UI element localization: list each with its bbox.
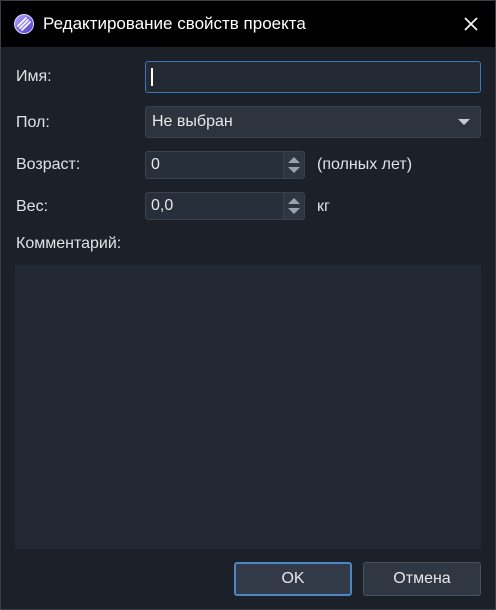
chevron-down-icon xyxy=(458,119,470,125)
spin-up-icon[interactable] xyxy=(288,157,300,163)
spin-down-icon[interactable] xyxy=(288,167,300,173)
spin-up-icon[interactable] xyxy=(288,198,300,204)
age-stepper xyxy=(283,152,304,178)
spin-down-icon[interactable] xyxy=(288,208,300,214)
gender-label: Пол: xyxy=(16,114,50,131)
comment-label: Комментарий: xyxy=(16,235,122,252)
weight-stepper xyxy=(283,193,304,219)
age-unit-label: (полных лет) xyxy=(317,156,413,173)
weight-unit-label: кг xyxy=(317,198,330,215)
age-spinbox[interactable]: 0 xyxy=(145,151,305,179)
window-title: Редактирование свойств проекта xyxy=(43,14,306,33)
cancel-button[interactable]: Отмена xyxy=(363,562,481,596)
age-value: 0 xyxy=(151,156,160,173)
name-label: Имя: xyxy=(16,68,52,85)
close-icon[interactable] xyxy=(461,14,481,34)
weight-value: 0,0 xyxy=(151,197,174,214)
ok-button[interactable]: OK xyxy=(234,562,352,596)
name-input[interactable] xyxy=(145,61,481,93)
title-bar[interactable]: Редактирование свойств проекта xyxy=(1,1,495,47)
edit-project-dialog: Редактирование свойств проекта Имя: Пол:… xyxy=(0,0,496,610)
weight-label: Вес: xyxy=(16,198,49,215)
gender-select-value: Не выбран xyxy=(152,113,233,130)
project-icon xyxy=(13,13,35,35)
age-label: Возраст: xyxy=(16,156,81,173)
gender-select[interactable]: Не выбран xyxy=(145,106,481,138)
text-caret xyxy=(151,68,153,86)
comment-textarea[interactable] xyxy=(15,265,481,549)
weight-spinbox[interactable]: 0,0 xyxy=(145,192,305,220)
